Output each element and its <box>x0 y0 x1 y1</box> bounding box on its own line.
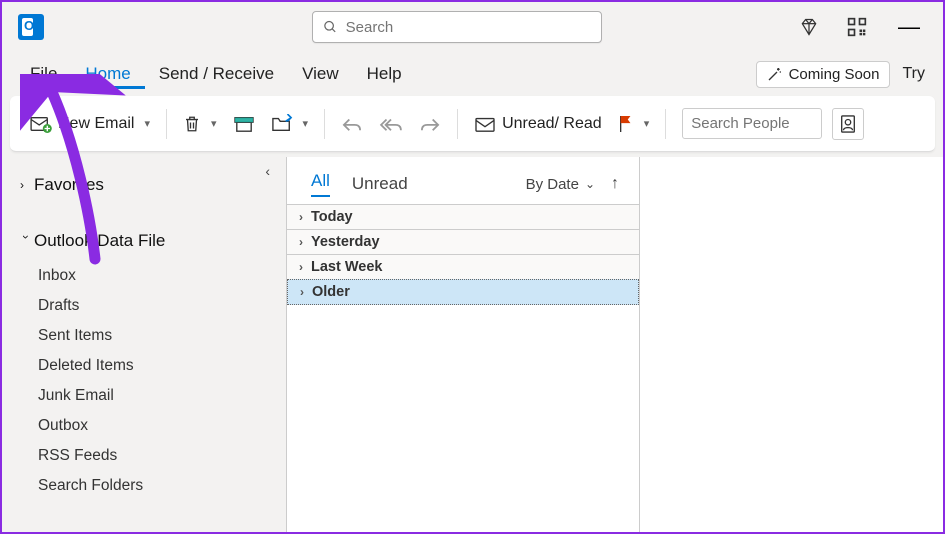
minimize-button[interactable]: — <box>895 14 923 40</box>
menu-help[interactable]: Help <box>353 60 416 88</box>
separator <box>166 109 167 139</box>
folder-inbox[interactable]: Inbox <box>16 261 286 291</box>
mail-list-pane: All Unread By Date ⌄ ↑ › Today › Yesterd… <box>286 157 640 532</box>
chevron-right-icon: › <box>300 285 304 299</box>
archive-button[interactable] <box>225 109 263 139</box>
group-label: Older <box>312 284 350 300</box>
coming-soon-label: Coming Soon <box>789 66 880 83</box>
folder-junk-email[interactable]: Junk Email <box>16 381 286 411</box>
move-folder-icon <box>271 114 293 134</box>
folder-outbox[interactable]: Outbox <box>16 411 286 441</box>
chevron-down-icon[interactable]: ▾ <box>144 117 150 130</box>
forward-button[interactable] <box>411 109 449 139</box>
chevron-down-icon[interactable]: ▾ <box>303 117 309 130</box>
collapse-nav-icon[interactable]: ‹ <box>265 163 270 179</box>
mail-group-today[interactable]: › Today <box>287 204 639 230</box>
chevron-right-icon: › <box>299 210 303 224</box>
chevron-down-icon[interactable]: ⌄ <box>585 177 595 191</box>
unread-read-label: Unread/ Read <box>502 115 602 133</box>
chevron-right-icon: › <box>299 260 303 274</box>
mail-filter-tabs: All Unread By Date ⌄ ↑ <box>287 157 639 205</box>
tab-unread[interactable]: Unread <box>352 174 408 194</box>
data-file-section[interactable]: › Outlook Data File <box>16 221 286 261</box>
envelope-icon <box>474 115 496 133</box>
menu-send-receive[interactable]: Send / Receive <box>145 60 288 88</box>
chevron-down-icon: › <box>19 235 33 247</box>
search-box[interactable] <box>312 11 602 43</box>
flag-button[interactable]: ▾ <box>610 108 658 140</box>
reply-all-icon <box>379 115 403 133</box>
search-people-input[interactable] <box>682 108 822 139</box>
menu-file[interactable]: File <box>16 60 71 88</box>
sort-by-button[interactable]: By Date <box>526 176 579 193</box>
move-button[interactable]: ▾ <box>263 108 317 140</box>
archive-icon <box>233 115 255 133</box>
forward-icon <box>419 115 441 133</box>
folder-search-folders[interactable]: Search Folders <box>16 471 286 501</box>
new-email-label: New Email <box>58 115 134 133</box>
folder-drafts[interactable]: Drafts <box>16 291 286 321</box>
reply-all-button[interactable] <box>371 109 411 139</box>
sort-direction-button[interactable]: ↑ <box>611 175 619 193</box>
group-label: Today <box>311 209 353 225</box>
unread-read-button[interactable]: Unread/ Read <box>466 109 610 139</box>
content-area: ‹ › Favorites › Outlook Data File Inbox … <box>2 157 943 532</box>
tab-all[interactable]: All <box>311 171 330 197</box>
chevron-down-icon[interactable]: ▾ <box>644 117 650 130</box>
favorites-label: Favorites <box>34 175 104 195</box>
search-icon <box>323 19 338 35</box>
mail-group-last-week[interactable]: › Last Week <box>287 254 639 280</box>
new-email-icon <box>30 115 52 133</box>
chevron-right-icon: › <box>20 178 32 192</box>
folder-rss-feeds[interactable]: RSS Feeds <box>16 441 286 471</box>
menu-view[interactable]: View <box>288 60 353 88</box>
mail-group-yesterday[interactable]: › Yesterday <box>287 229 639 255</box>
favorites-section[interactable]: › Favorites <box>16 165 286 205</box>
group-label: Yesterday <box>311 234 380 250</box>
separator <box>457 109 458 139</box>
qr-code-icon[interactable] <box>847 17 867 37</box>
flag-icon <box>618 114 634 134</box>
folder-sent-items[interactable]: Sent Items <box>16 321 286 351</box>
premium-diamond-icon[interactable] <box>799 17 819 37</box>
reply-button[interactable] <box>333 109 371 139</box>
chevron-down-icon[interactable]: ▾ <box>211 117 217 130</box>
group-label: Last Week <box>311 259 382 275</box>
ribbon-toolbar: New Email ▾ ▾ ▾ Unread/ Read ▾ <box>10 96 935 152</box>
coming-soon-button[interactable]: Coming Soon <box>756 61 891 88</box>
address-book-button[interactable] <box>832 108 864 140</box>
delete-button[interactable]: ▾ <box>175 108 225 140</box>
separator <box>324 109 325 139</box>
menu-bar: File Home Send / Receive View Help Comin… <box>2 52 943 96</box>
new-email-button[interactable]: New Email ▾ <box>22 109 158 139</box>
mail-group-older[interactable]: › Older <box>287 279 639 305</box>
chevron-right-icon: › <box>299 235 303 249</box>
search-input[interactable] <box>346 19 591 36</box>
menu-home[interactable]: Home <box>71 60 144 89</box>
separator <box>665 109 666 139</box>
title-bar: — <box>2 2 943 52</box>
navigation-pane: ‹ › Favorites › Outlook Data File Inbox … <box>2 157 286 532</box>
reply-icon <box>341 115 363 133</box>
reading-pane <box>640 157 943 532</box>
try-button[interactable]: Try <box>898 61 929 87</box>
data-file-label: Outlook Data File <box>34 231 165 251</box>
address-book-icon <box>839 114 857 134</box>
trash-icon <box>183 114 201 134</box>
outlook-logo-icon <box>18 14 44 40</box>
folder-deleted-items[interactable]: Deleted Items <box>16 351 286 381</box>
wand-icon <box>767 66 783 82</box>
